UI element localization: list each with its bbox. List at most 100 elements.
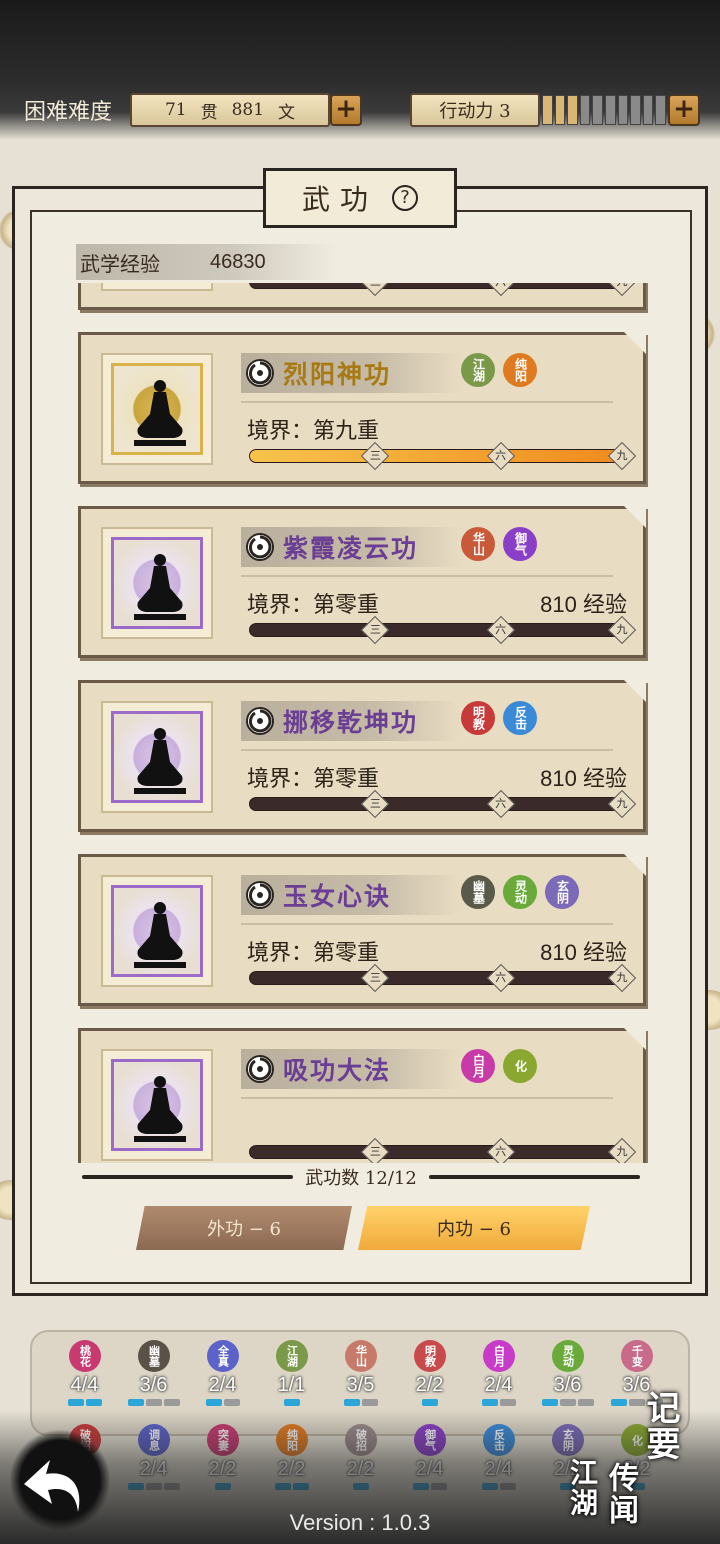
progress-tick-label: 六	[495, 1145, 507, 1158]
progress-tick-label: 三	[369, 971, 381, 984]
skill-exp-unit: 经验	[582, 593, 627, 618]
skill-realm: 境界：第零重	[247, 767, 380, 792]
progress-tick-label: 三	[369, 1145, 381, 1158]
sect-badge-pips	[541, 1399, 594, 1406]
sect-badge[interactable]: 华山 3/5	[326, 1340, 395, 1406]
sect-pip	[577, 1399, 594, 1406]
sect-badge-count: 2/4	[208, 1374, 237, 1396]
skill-exp-value: 810	[540, 940, 583, 965]
sect-pip	[163, 1399, 180, 1406]
action-points-label: 行动力 3	[410, 93, 540, 127]
skill-progress-bar: 三六九	[249, 963, 637, 993]
stamina-segment	[630, 95, 641, 125]
skill-name: 挪移乾坤功	[283, 708, 419, 737]
sect-badge-pips	[127, 1399, 180, 1406]
progress-tick-label: 九	[616, 623, 628, 636]
sect-badge-count: 1/1	[277, 1374, 306, 1396]
sect-badge[interactable]: 江湖 1/1	[257, 1340, 326, 1406]
stamina-segment	[554, 95, 566, 125]
skill-count: 武功数 12/12	[70, 1164, 652, 1190]
martial-exp-row: 武学经验 46830	[76, 244, 336, 280]
progress-tick-label: 九	[616, 797, 628, 810]
progress-tick-label: 六	[491, 283, 511, 289]
divider	[241, 401, 613, 403]
sect-pip	[223, 1399, 240, 1406]
stamina-segment	[567, 95, 578, 125]
progress-tick-label: 九	[616, 971, 628, 984]
skill-portrait	[101, 527, 213, 639]
skill-realm: 境界：第九重	[247, 419, 380, 444]
skill-count-text: 武功数 12/12	[305, 1168, 417, 1189]
jianghu-menu-button[interactable]: 江湖	[562, 1458, 602, 1518]
skill-portrait-frame	[111, 711, 203, 803]
tab-inner-skills[interactable]: 内功 − 6	[358, 1206, 590, 1250]
stamina-segment	[604, 95, 616, 125]
tab-outer-skills[interactable]: 外功 − 6	[136, 1206, 352, 1250]
sect-tag-badge: 江湖	[461, 353, 495, 387]
sect-tag-badge: 华山	[461, 527, 495, 561]
progress-tick-label: 六	[495, 623, 507, 636]
skill-portrait-frame	[111, 363, 203, 455]
sect-badge[interactable]: 全真 2/4	[188, 1340, 257, 1406]
skill-card[interactable]: 烈阳神功 江湖 纯阳 境界：第九重三 六 九	[78, 332, 646, 484]
sect-tag-badge: 反击	[503, 701, 537, 735]
divider	[241, 1097, 613, 1099]
sect-badge-count: 3/6	[139, 1374, 168, 1396]
skill-card[interactable]: 吸功大法 白月化三 六 九	[78, 1028, 646, 1163]
skill-name: 烈阳神功	[283, 360, 392, 389]
meditating-figure-icon	[134, 1076, 186, 1142]
sect-badge[interactable]: 灵动 3/6	[533, 1340, 602, 1406]
progress-tick-label: 九	[612, 283, 632, 289]
add-money-button[interactable]: +	[330, 94, 362, 126]
sect-badge-pips	[205, 1399, 240, 1406]
skill-card[interactable]: 紫霞凌云功 华山 御气 境界：第零重 810 经验三 六 九	[78, 506, 646, 658]
jianghu-menu-label: 江湖	[566, 1458, 599, 1518]
sect-badge[interactable]: 白月 2/4	[464, 1340, 533, 1406]
skill-exp-required: 810 经验	[540, 935, 627, 967]
skill-card[interactable]: 玉女心诀 幽墓 灵动 玄阴 境界：第零重 810 经验三 六 九	[78, 854, 646, 1006]
sect-badge-pips	[343, 1399, 378, 1406]
stamina-segment	[542, 95, 553, 125]
martial-exp-value: 46830	[210, 250, 266, 273]
skill-portrait	[101, 701, 213, 813]
skill-name: 吸功大法	[283, 1056, 392, 1085]
skill-exp-value: 810	[540, 592, 583, 617]
sect-badge-icon: 明教	[413, 1340, 446, 1372]
skill-card[interactable]: 重阳先天功全真调息境界：第零重810 经验三六九	[78, 283, 646, 310]
divider	[241, 923, 613, 925]
sect-badge-count: 2/4	[484, 1374, 513, 1396]
sect-badge[interactable]: 幽墓 3/6	[119, 1340, 188, 1406]
skill-tags: 华山 御气	[461, 527, 537, 561]
money-wen: 881	[231, 100, 265, 120]
money-wen-unit: 文	[278, 102, 296, 123]
add-action-button[interactable]: +	[668, 94, 700, 126]
skill-exp-value: 810	[540, 766, 583, 791]
money-display: 71 贯 881 文	[130, 93, 330, 127]
help-icon[interactable]: ?	[392, 185, 418, 211]
sect-pip	[205, 1399, 222, 1406]
sect-badge-count: 3/6	[553, 1374, 582, 1396]
skill-tags: 幽墓 灵动 玄阴	[461, 875, 579, 909]
progress-tick-label: 六	[495, 449, 507, 462]
panel-title: 武功 ?	[263, 168, 457, 228]
sect-pip	[283, 1399, 300, 1406]
skill-name-banner: 挪移乾坤功	[241, 701, 461, 741]
sect-tag-badge: 幽墓	[461, 875, 495, 909]
sect-badge[interactable]: 桃花 4/4	[50, 1340, 119, 1406]
sect-badge-icon: 灵动	[551, 1340, 584, 1372]
sect-badge[interactable]: 明教 2/2	[395, 1340, 464, 1406]
skill-card[interactable]: 挪移乾坤功 明教 反击 境界：第零重 810 经验三 六 九	[78, 680, 646, 832]
skill-portrait	[101, 283, 213, 291]
skill-progress-bar: 三六九	[249, 1137, 637, 1163]
skill-name-banner: 烈阳神功	[241, 353, 461, 393]
skill-list[interactable]: 重阳先天功全真调息境界：第零重810 经验三六九烈阳神功江湖纯阳境界：第九重三六…	[70, 283, 652, 1163]
spiral-icon	[246, 881, 274, 909]
meditating-figure-icon	[134, 728, 186, 794]
sect-badge-pips	[421, 1399, 438, 1406]
record-menu-button[interactable]: 记要	[636, 1390, 685, 1462]
stamina-segment	[655, 95, 666, 125]
sect-badge-pips	[481, 1399, 516, 1406]
sect-pip	[541, 1399, 558, 1406]
skill-portrait-frame	[111, 1059, 203, 1151]
sect-pip	[361, 1399, 378, 1406]
